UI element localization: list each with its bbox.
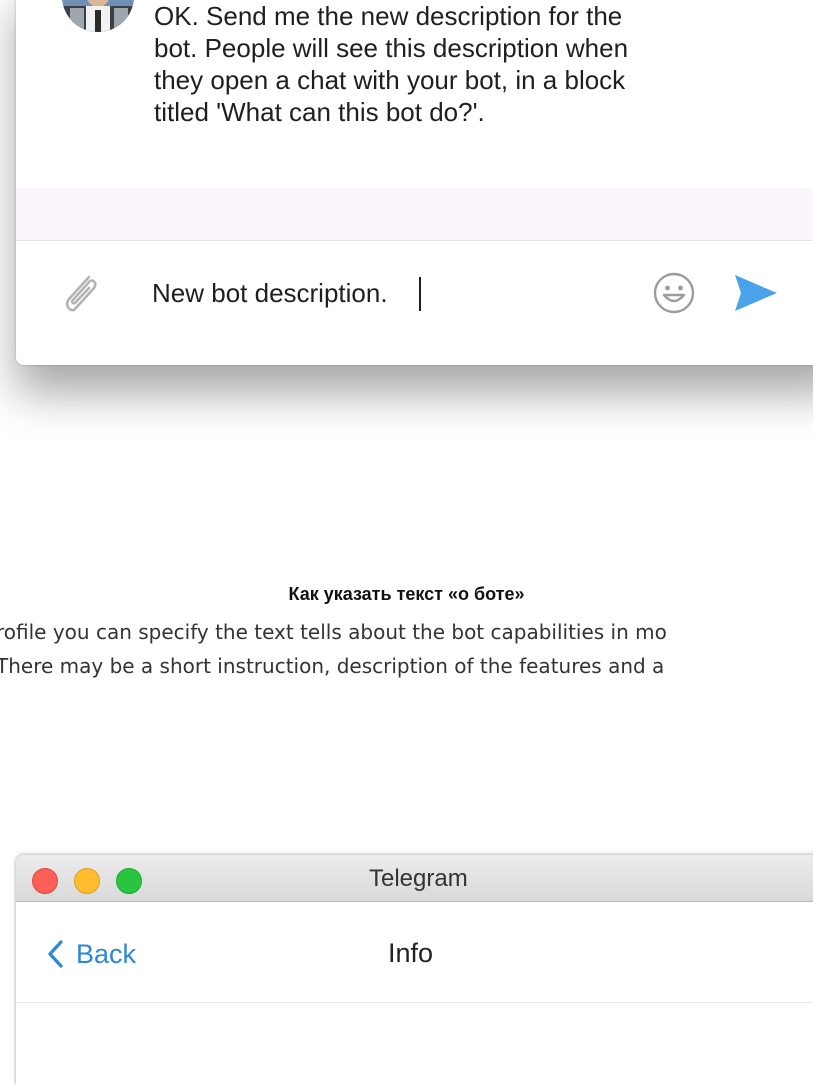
bot-message-text: OK. Send me the new description for the … bbox=[154, 1, 629, 127]
maximize-window-button[interactable] bbox=[116, 868, 142, 894]
minimize-window-button[interactable] bbox=[74, 868, 100, 894]
close-window-button[interactable] bbox=[32, 868, 58, 894]
back-label: Back bbox=[76, 938, 137, 969]
article-paragraph-line: rofile you can specify the text tells ab… bbox=[0, 620, 667, 644]
emoji-icon[interactable] bbox=[652, 271, 696, 315]
message-input[interactable] bbox=[152, 273, 592, 313]
message-composer bbox=[16, 240, 813, 365]
back-button[interactable]: Back bbox=[46, 932, 136, 976]
window-titlebar[interactable]: Telegram bbox=[16, 855, 813, 902]
avatar-image bbox=[62, 0, 134, 32]
paperclip-icon[interactable] bbox=[56, 268, 106, 318]
article-heading: Как указать текст «о боте» bbox=[288, 584, 525, 604]
article-paragraph-line: There may be a short instruction, descri… bbox=[0, 654, 665, 678]
window-title: Telegram bbox=[369, 865, 468, 892]
message-highlight-strip bbox=[16, 188, 813, 240]
send-icon[interactable] bbox=[731, 271, 781, 315]
info-navbar: Back Info bbox=[16, 902, 813, 1003]
chevron-left-icon bbox=[48, 940, 63, 968]
chat-window: OK. Send me the new description for the … bbox=[16, 0, 813, 365]
text-cursor bbox=[419, 277, 421, 311]
page-title: Info bbox=[388, 938, 434, 968]
bot-avatar[interactable] bbox=[62, 0, 134, 32]
telegram-window: Telegram Back Info bbox=[16, 855, 813, 1085]
